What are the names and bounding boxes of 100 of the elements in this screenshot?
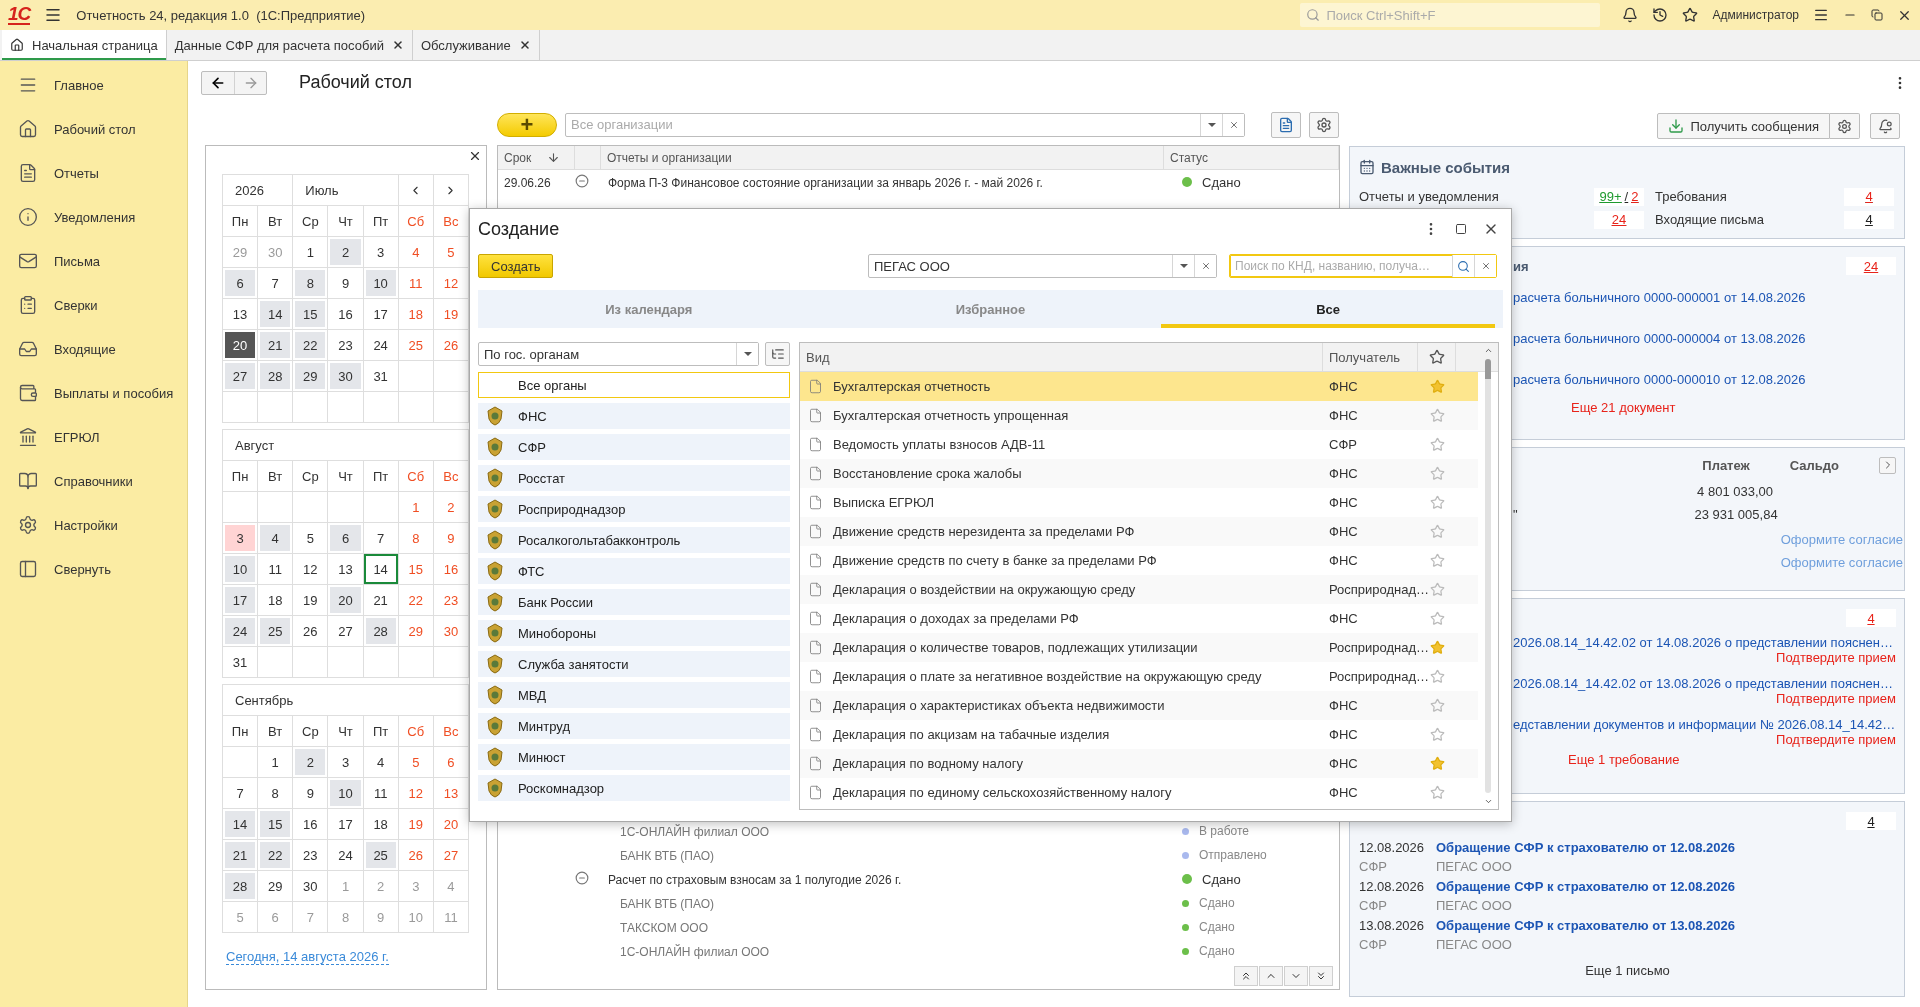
sidebar-item[interactable]: Письма bbox=[0, 239, 187, 283]
clear-button[interactable] bbox=[1194, 255, 1216, 277]
calendar-day[interactable]: 11 bbox=[363, 778, 398, 808]
calendar-day[interactable]: 17 bbox=[363, 299, 398, 329]
list-item[interactable]: Банк России bbox=[478, 589, 790, 615]
table-row[interactable]: Декларация о воздействии на окружающую среду Росприроднад… bbox=[800, 575, 1478, 604]
star-icon[interactable] bbox=[1682, 7, 1699, 23]
calendar-day[interactable]: 24 bbox=[223, 616, 258, 646]
list-item[interactable]: Росприроднадзор bbox=[478, 496, 790, 522]
favorite-star-icon[interactable] bbox=[1429, 785, 1445, 800]
expand-button[interactable] bbox=[1879, 456, 1896, 474]
first-page-button[interactable] bbox=[1234, 966, 1258, 986]
report-button[interactable] bbox=[1271, 111, 1301, 138]
calendar-day[interactable]: 23 bbox=[328, 330, 363, 360]
calendar-day[interactable]: 6 bbox=[328, 523, 363, 553]
calendar-day[interactable]: 17 bbox=[223, 585, 258, 615]
calendar-day[interactable]: 3 bbox=[223, 523, 258, 553]
calendar-day[interactable]: 19 bbox=[433, 299, 468, 329]
calendar-day[interactable]: 6 bbox=[433, 747, 468, 777]
count-link[interactable]: 4 bbox=[1865, 212, 1873, 227]
get-messages-button[interactable]: Получить сообщения bbox=[1657, 113, 1830, 139]
calendar-day[interactable]: 19 bbox=[398, 809, 433, 839]
list-item[interactable]: Минюст bbox=[478, 744, 790, 770]
requirement-link[interactable]: 2026.08.14_14.42.02 от 14.08.2026 о представлении пояснен… bbox=[1513, 634, 1896, 650]
calendar-day[interactable]: 5 bbox=[433, 237, 468, 267]
sidebar-item[interactable]: Сверки bbox=[0, 283, 187, 327]
letter-link[interactable]: Обращение СФР к страхователю от 12.08.2026 bbox=[1436, 879, 1896, 898]
settings-button[interactable] bbox=[1309, 111, 1339, 138]
count-link[interactable]: 4 bbox=[1865, 189, 1873, 204]
column-header[interactable]: Получатель bbox=[1323, 343, 1418, 371]
requirement-link[interactable]: 2026.08.14_14.42.02 от 13.08.2026 о представлении пояснен… bbox=[1513, 675, 1896, 691]
calendar-day[interactable]: 10 bbox=[328, 778, 363, 808]
calendar-day[interactable]: 9 bbox=[293, 778, 328, 808]
table-row[interactable]: Декларация по водному налогу ФНС bbox=[800, 749, 1478, 778]
requirement-link[interactable]: едставлении документов и информации № 2026.08.14_14.42… bbox=[1513, 716, 1896, 732]
calendar-day[interactable]: 28 bbox=[223, 871, 258, 901]
favorite-star-icon[interactable] bbox=[1429, 669, 1445, 684]
calendar-day[interactable]: 2 bbox=[293, 747, 328, 777]
count-link[interactable]: 99+ bbox=[1599, 189, 1622, 204]
calendar-day[interactable]: 22 bbox=[398, 585, 433, 615]
more-link[interactable]: Еще 1 письмо bbox=[1585, 963, 1670, 978]
calendar-day[interactable]: 15 bbox=[293, 299, 328, 329]
calendar-day[interactable]: 21 bbox=[223, 840, 258, 870]
calendar-day[interactable]: 2 bbox=[328, 237, 363, 267]
table-row[interactable]: Бухгалтерская отчетность упрощенная ФНС bbox=[800, 401, 1478, 430]
calendar-day[interactable]: 21 bbox=[363, 585, 398, 615]
grouping-select[interactable]: По гос. органам bbox=[478, 342, 759, 366]
calendar-day[interactable]: 18 bbox=[398, 299, 433, 329]
calendar-day[interactable]: 23 bbox=[293, 840, 328, 870]
calendar-day[interactable]: 11 bbox=[258, 554, 293, 584]
confirm-link[interactable]: Подтвердите прием bbox=[1776, 731, 1896, 747]
count-link[interactable]: 4 bbox=[1846, 812, 1896, 830]
calendar-day[interactable]: 16 bbox=[293, 809, 328, 839]
document-link[interactable]: расчета больничного 0000-000004 от 13.08.2026 bbox=[1513, 331, 1806, 346]
previous-button[interactable] bbox=[1259, 966, 1283, 986]
calendar-day[interactable]: 14 bbox=[363, 554, 398, 584]
count-link[interactable]: 2 bbox=[1631, 189, 1639, 204]
calendar-day[interactable]: 13 bbox=[433, 778, 468, 808]
month-select[interactable]: Июль bbox=[293, 175, 398, 205]
menu-icon[interactable] bbox=[1813, 7, 1829, 23]
calendar-day[interactable]: 20 bbox=[433, 809, 468, 839]
document-link[interactable]: расчета больничного 0000-000010 от 12.08.2026 bbox=[1513, 372, 1806, 387]
favorite-star-icon[interactable] bbox=[1429, 582, 1445, 597]
favorite-star-icon[interactable] bbox=[1429, 379, 1445, 394]
sidebar-item[interactable]: Входящие bbox=[0, 327, 187, 371]
year-select[interactable]: 2026 bbox=[223, 175, 293, 205]
calendar-day[interactable]: 29 bbox=[258, 871, 293, 901]
calendar-day[interactable]: 22 bbox=[293, 330, 328, 360]
favorite-star-icon[interactable] bbox=[1429, 408, 1445, 423]
calendar-day[interactable]: 5 bbox=[398, 747, 433, 777]
sidebar-item[interactable]: Отчеты bbox=[0, 151, 187, 195]
calendar-day[interactable]: 19 bbox=[293, 585, 328, 615]
calendar-day[interactable]: 16 bbox=[433, 554, 468, 584]
calendar-day[interactable]: 18 bbox=[363, 809, 398, 839]
column-header[interactable]: Срок bbox=[498, 146, 575, 169]
calendar-day[interactable]: 25 bbox=[258, 616, 293, 646]
sidebar-item[interactable]: Свернуть bbox=[0, 547, 187, 591]
calendar-day[interactable]: 31 bbox=[223, 647, 258, 677]
tab[interactable]: Начальная страница bbox=[2, 30, 167, 60]
calendar-day[interactable]: 21 bbox=[258, 330, 293, 360]
tree-view-button[interactable] bbox=[765, 342, 790, 366]
sidebar-item[interactable]: ЕГРЮЛ bbox=[0, 415, 187, 459]
next-button[interactable] bbox=[1284, 966, 1308, 986]
column-header[interactable]: Отчеты и организации bbox=[601, 146, 1164, 169]
calendar-day[interactable]: 15 bbox=[258, 809, 293, 839]
scroll-up-icon[interactable] bbox=[1483, 346, 1493, 355]
list-item[interactable]: Минобороны bbox=[478, 620, 790, 646]
calendar-day[interactable]: 4 bbox=[258, 523, 293, 553]
calendar-day[interactable]: 26 bbox=[293, 616, 328, 646]
today-link[interactable]: Сегодня, 14 августа 2026 г. bbox=[226, 949, 389, 965]
calendar-day[interactable]: 1 bbox=[398, 492, 433, 522]
organization-input[interactable]: ПЕГАС ООО bbox=[869, 255, 1172, 277]
calendar-day[interactable]: 10 bbox=[223, 554, 258, 584]
close-icon[interactable] bbox=[468, 149, 482, 163]
favorite-star-icon[interactable] bbox=[1429, 756, 1445, 771]
dropdown-button[interactable] bbox=[736, 343, 758, 365]
list-item[interactable]: Роскомнадзор bbox=[478, 775, 790, 801]
search-button[interactable] bbox=[1452, 255, 1474, 277]
calendar-day[interactable]: 27 bbox=[223, 361, 258, 391]
search-input[interactable]: Поиск Ctrl+Shift+F bbox=[1324, 6, 1595, 24]
